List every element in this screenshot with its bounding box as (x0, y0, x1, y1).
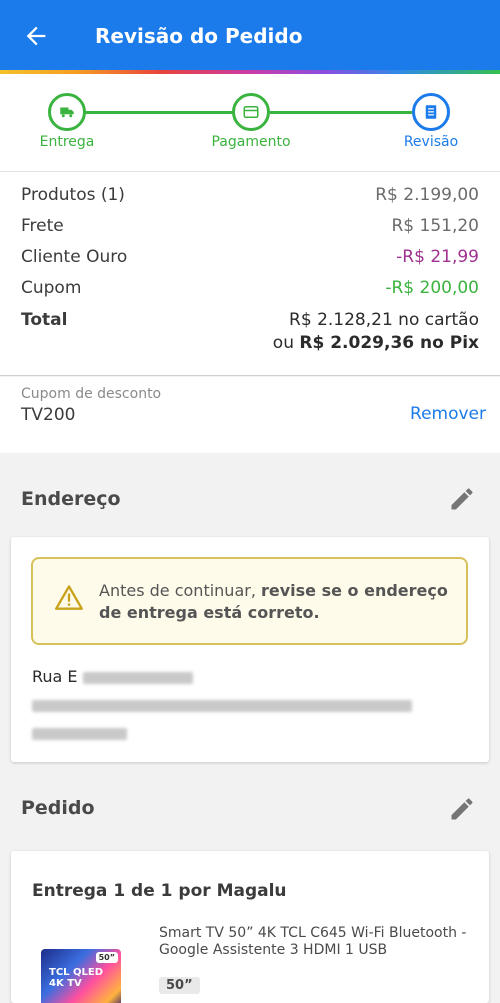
products-value: R$ 2.199,00 (375, 185, 479, 205)
step-entrega[interactable] (48, 93, 86, 131)
order-card: Entrega 1 de 1 por Magalu 50” TCL QLED 4… (11, 851, 489, 1003)
address-warning: Antes de continuar, revise se o endereço… (31, 557, 468, 645)
step-label-entrega: Entrega (39, 134, 95, 150)
coupon-code: TV200 (21, 405, 76, 425)
order-section-title: Pedido (21, 797, 95, 819)
warning-text: Antes de continuar, revise se o endereço… (99, 580, 449, 624)
warning-prefix: Antes de continuar, (99, 581, 261, 600)
redacted-text (32, 699, 412, 712)
products-label: Produtos (1) (21, 185, 125, 205)
address-section-title: Endereço (21, 488, 121, 510)
summary-row-coupon: Cupom -R$ 200,00 (21, 278, 479, 304)
total-pix: R$ 2.029,36 no Pix (299, 333, 479, 353)
step-pagamento[interactable] (232, 93, 270, 131)
summary-row-shipping: Frete R$ 151,20 (21, 216, 479, 242)
coupon-label: Cupom de desconto (21, 386, 162, 402)
total-card: R$ 2.128,21 no cartão (289, 310, 479, 330)
warning-icon (55, 585, 83, 610)
address-card: Antes de continuar, revise se o endereço… (11, 537, 489, 762)
remove-coupon-button[interactable]: Remover (410, 404, 486, 424)
address-line-3 (32, 723, 127, 742)
address-line-2 (32, 695, 412, 714)
summary-row-gold: Cliente Ouro -R$ 21,99 (21, 247, 479, 273)
shipping-value: R$ 151,20 (391, 216, 479, 236)
truck-icon (60, 107, 74, 118)
thumb-text: TCL QLED 4K TV (49, 967, 104, 989)
step-connector (85, 111, 233, 114)
checkout-stepper: Entrega Pagamento Revisão (0, 74, 500, 172)
step-label-pagamento: Pagamento (211, 134, 291, 150)
total-label: Total (21, 310, 68, 330)
gold-label: Cliente Ouro (21, 247, 128, 267)
redacted-text (32, 727, 127, 740)
edit-address-icon[interactable] (448, 485, 476, 513)
shipping-label: Frete (21, 216, 64, 236)
product-image[interactable]: 50” TCL QLED 4K TV (41, 949, 121, 1003)
gold-value: -R$ 21,99 (396, 247, 479, 267)
total-pix-prefix: ou (272, 333, 300, 353)
coupon-section: Cupom de desconto TV200 Remover (0, 377, 500, 453)
delivery-heading: Entrega 1 de 1 por Magalu (32, 881, 287, 901)
step-label-revisao: Revisão (403, 134, 459, 150)
coupon-discount-value: -R$ 200,00 (385, 278, 479, 298)
back-arrow-icon[interactable] (22, 22, 50, 50)
product-title[interactable]: Smart TV 50” 4K TCL C645 Wi-Fi Bluetooth… (159, 925, 479, 959)
thumb-badge: 50” (95, 952, 118, 963)
document-icon (425, 105, 437, 119)
address-street: Rua E (32, 667, 193, 686)
step-connector (270, 111, 412, 114)
app-bar: Revisão do Pedido (0, 0, 500, 70)
edit-order-icon[interactable] (448, 795, 476, 823)
total-pix-line: ou R$ 2.029,36 no Pix (273, 333, 479, 353)
summary-row-products: Produtos (1) R$ 2.199,00 (21, 185, 479, 211)
product-size-badge: 50” (159, 977, 200, 994)
coupon-discount-label: Cupom (21, 278, 82, 298)
street-prefix: Rua E (32, 667, 78, 686)
order-summary: Produtos (1) R$ 2.199,00 Frete R$ 151,20… (0, 172, 500, 376)
step-revisao[interactable] (412, 93, 450, 131)
redacted-text (82, 671, 193, 684)
card-icon (243, 106, 259, 118)
page-title: Revisão do Pedido (95, 24, 303, 48)
